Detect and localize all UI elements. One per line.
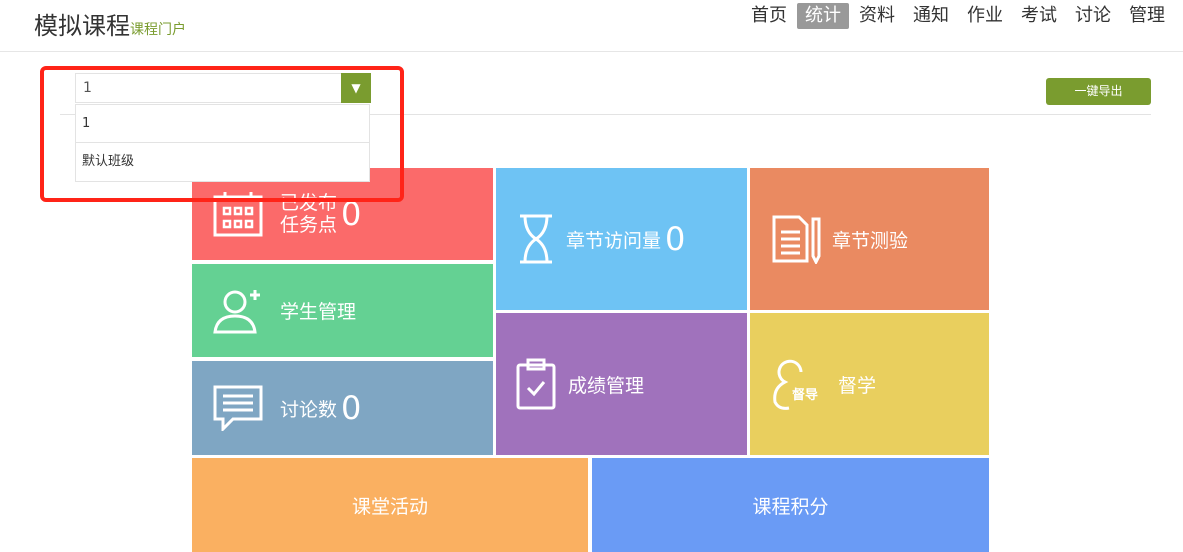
nav-exams[interactable]: 考试 bbox=[1013, 3, 1065, 29]
hourglass-icon bbox=[516, 213, 556, 265]
tile-class-activity[interactable]: 课堂活动 bbox=[192, 458, 588, 552]
tile-supervise[interactable]: 督导 督学 bbox=[750, 313, 989, 455]
highlight-box bbox=[40, 66, 404, 202]
tile-course-points[interactable]: 课程积分 bbox=[592, 458, 989, 552]
tile-supervise-label: 督学 bbox=[838, 374, 877, 397]
tile-course-points-label: 课程积分 bbox=[752, 495, 829, 518]
export-button[interactable]: 一键导出 bbox=[1046, 78, 1151, 105]
course-portal-link[interactable]: 课程门户 bbox=[130, 22, 186, 38]
nav-resources[interactable]: 资料 bbox=[851, 3, 903, 29]
supervise-icon: 督导 bbox=[770, 358, 822, 410]
tile-class-activity-label: 课堂活动 bbox=[351, 495, 428, 518]
tile-discussion-count: 0 bbox=[341, 389, 362, 427]
nav-discussion[interactable]: 讨论 bbox=[1067, 3, 1119, 29]
main-nav: 首页 统计 资料 通知 作业 考试 讨论 管理 bbox=[741, 3, 1173, 29]
tile-quiz-label: 章节测验 bbox=[832, 229, 909, 252]
tile-grades[interactable]: 成绩管理 bbox=[496, 313, 747, 455]
tile-quiz[interactable]: 章节测验 bbox=[750, 168, 989, 310]
clipboard-check-icon bbox=[514, 358, 558, 410]
tile-tasks-label2: 任务点 bbox=[280, 214, 338, 236]
tile-visits-count: 0 bbox=[665, 220, 686, 258]
tile-students[interactable]: 学生管理 bbox=[192, 264, 493, 357]
add-user-icon bbox=[212, 285, 264, 337]
course-title: 模拟课程课程门户 bbox=[34, 12, 186, 40]
tile-visits-label: 章节访问量 bbox=[566, 229, 662, 252]
nav-stats[interactable]: 统计 bbox=[797, 3, 849, 29]
nav-home[interactable]: 首页 bbox=[743, 3, 795, 29]
nav-manage[interactable]: 管理 bbox=[1121, 3, 1173, 29]
nav-homework[interactable]: 作业 bbox=[959, 3, 1011, 29]
tile-students-label: 学生管理 bbox=[280, 301, 357, 323]
tile-grades-label: 成绩管理 bbox=[568, 374, 645, 397]
nav-notices[interactable]: 通知 bbox=[905, 3, 957, 29]
header: 模拟课程课程门户 首页 统计 资料 通知 作业 考试 讨论 管理 bbox=[0, 0, 1183, 52]
tile-discussion-label: 讨论数 bbox=[280, 398, 338, 421]
document-pencil-icon bbox=[770, 213, 822, 265]
tile-visits[interactable]: 章节访问量 0 bbox=[496, 168, 747, 310]
tile-discussion[interactable]: 讨论数 0 bbox=[192, 361, 493, 455]
chat-icon bbox=[212, 382, 264, 434]
